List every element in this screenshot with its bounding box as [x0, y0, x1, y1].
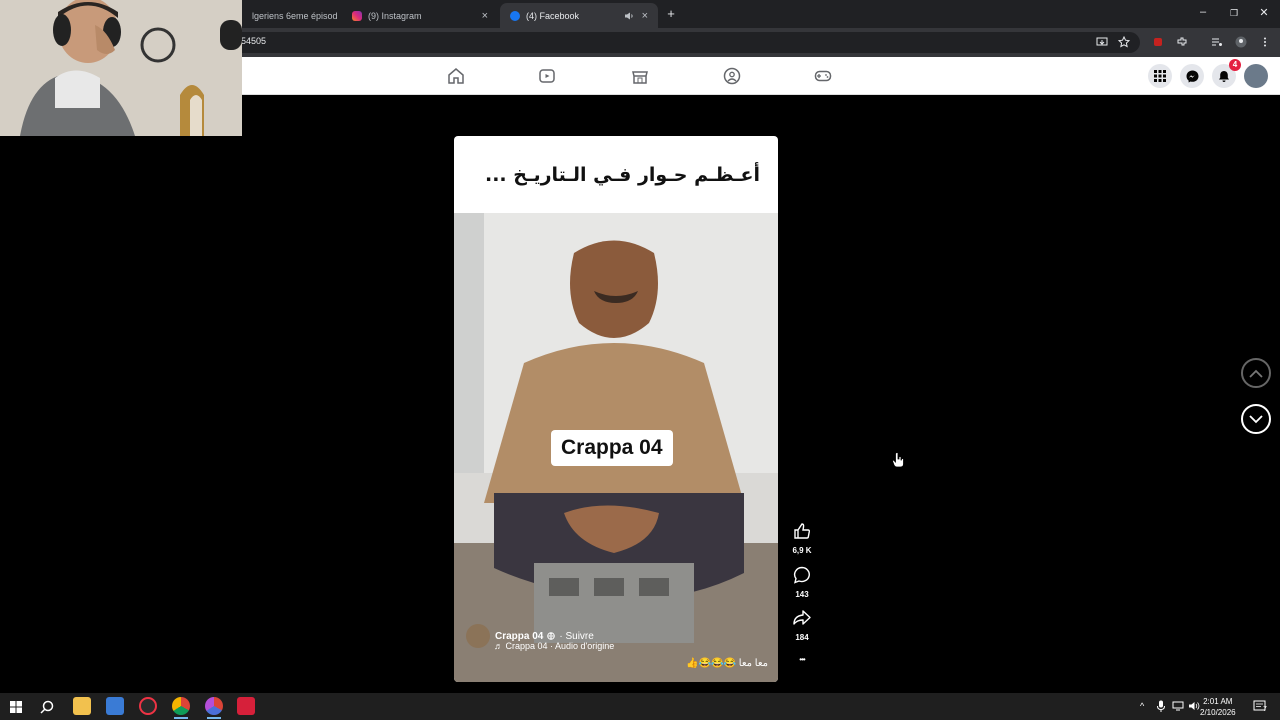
- reel-audio-link[interactable]: ♬ Crappa 04 · Audio d'origine: [494, 641, 614, 651]
- chrome-profile-icon[interactable]: [205, 697, 223, 719]
- notification-badge: 4: [1229, 59, 1241, 71]
- tab-facebook[interactable]: (4) Facebook ×: [500, 3, 658, 28]
- hand-cursor-icon: [892, 452, 904, 468]
- next-reel-button[interactable]: [1241, 404, 1271, 434]
- share-button[interactable]: 184: [788, 609, 816, 642]
- comment-count: 143: [795, 590, 809, 599]
- new-tab-button[interactable]: +: [661, 6, 681, 21]
- minimize-button[interactable]: –: [1193, 6, 1213, 18]
- messenger-icon: [1186, 70, 1198, 82]
- like-count: 6,9 K: [792, 546, 812, 555]
- grid-icon: [1154, 70, 1166, 82]
- like-button[interactable]: 6,9 K: [788, 522, 816, 555]
- video-overlay-label: Crappa 04: [551, 430, 673, 466]
- network-icon[interactable]: [1172, 701, 1184, 711]
- tab-title: (4) Facebook: [526, 10, 580, 21]
- instagram-icon: [352, 10, 362, 21]
- file-explorer-icon[interactable]: [73, 697, 91, 715]
- author-avatar[interactable]: [466, 624, 490, 648]
- app-red-icon[interactable]: [237, 697, 255, 715]
- chevron-down-icon: [1249, 414, 1263, 423]
- profile-avatar[interactable]: [1244, 64, 1268, 88]
- clock-time: 2:01 AM: [1203, 697, 1233, 706]
- extension-red-icon[interactable]: [1152, 36, 1164, 48]
- messenger-button[interactable]: [1180, 64, 1204, 88]
- tab-close-icon[interactable]: ×: [482, 10, 488, 22]
- volume-icon[interactable]: [1188, 701, 1200, 711]
- bell-icon: [1219, 70, 1229, 82]
- globe-icon: [547, 632, 556, 640]
- search-icon[interactable]: [40, 700, 54, 714]
- webcam-overlay: [0, 0, 242, 136]
- chevron-up-tray-icon[interactable]: ^: [1140, 701, 1144, 711]
- media-control-icon[interactable]: [1211, 36, 1223, 48]
- chrome-icon[interactable]: [172, 697, 190, 719]
- chevron-up-icon: [1249, 369, 1263, 378]
- chrome-menu-icon[interactable]: [1259, 36, 1271, 48]
- thumbs-up-icon: [794, 523, 811, 539]
- tab-instagram[interactable]: (9) Instagram ×: [342, 3, 498, 28]
- app-clock-icon[interactable]: [139, 697, 157, 715]
- clock-date: 2/10/2026: [1200, 708, 1236, 717]
- gaming-icon[interactable]: [814, 67, 832, 85]
- groups-icon[interactable]: [723, 67, 741, 85]
- tab-title: lgeriens 6eme épisod: [252, 10, 338, 21]
- system-clock[interactable]: 2:01 AM 2/10/2026: [1200, 696, 1236, 718]
- speaker-icon[interactable]: [624, 11, 634, 21]
- comment-icon: [793, 566, 810, 584]
- facebook-icon: [510, 10, 520, 21]
- follow-button[interactable]: · Suivre: [559, 631, 593, 642]
- reel-video-card[interactable]: أعـظـم حـوار فـي الـتاريـخ ... Crappa 04…: [454, 136, 778, 682]
- share-count: 184: [795, 633, 809, 642]
- close-window-button[interactable]: ✕: [1254, 6, 1274, 19]
- marketplace-icon[interactable]: [631, 67, 649, 85]
- bookmark-star-icon[interactable]: [1118, 36, 1130, 48]
- reel-caption: أعـظـم حـوار فـي الـتاريـخ ...: [485, 164, 760, 186]
- microphone-icon[interactable]: [1156, 700, 1166, 712]
- omnibox[interactable]: [230, 32, 1140, 53]
- menu-grid-button[interactable]: [1148, 64, 1172, 88]
- extensions-puzzle-icon[interactable]: [1176, 36, 1188, 48]
- home-icon[interactable]: [447, 67, 465, 85]
- video-icon[interactable]: [538, 67, 556, 85]
- previous-reel-button[interactable]: [1241, 358, 1271, 388]
- tab-close-icon[interactable]: ×: [642, 10, 648, 22]
- windows-start-icon[interactable]: [10, 701, 22, 713]
- url-text[interactable]: 54505: [241, 36, 266, 46]
- comment-button[interactable]: 143: [788, 566, 816, 599]
- windows-taskbar: ^ 7: [0, 693, 1280, 720]
- webcam-person-image: [0, 0, 242, 136]
- reel-emoji-text: 👍😂😂😂 معا معا: [686, 658, 768, 669]
- author-name[interactable]: Crappa 04: [495, 631, 543, 642]
- store-icon[interactable]: [106, 697, 124, 715]
- restore-button[interactable]: ❐: [1224, 8, 1244, 19]
- tab-algeriens[interactable]: lgeriens 6eme épisod ×: [242, 3, 338, 28]
- share-icon: [793, 610, 811, 625]
- install-app-icon[interactable]: [1096, 36, 1108, 48]
- more-options-icon[interactable]: •••: [788, 655, 816, 664]
- action-center-count: 7: [1263, 706, 1267, 713]
- profile-avatar-icon[interactable]: [1235, 36, 1247, 48]
- tab-title: (9) Instagram: [368, 10, 422, 21]
